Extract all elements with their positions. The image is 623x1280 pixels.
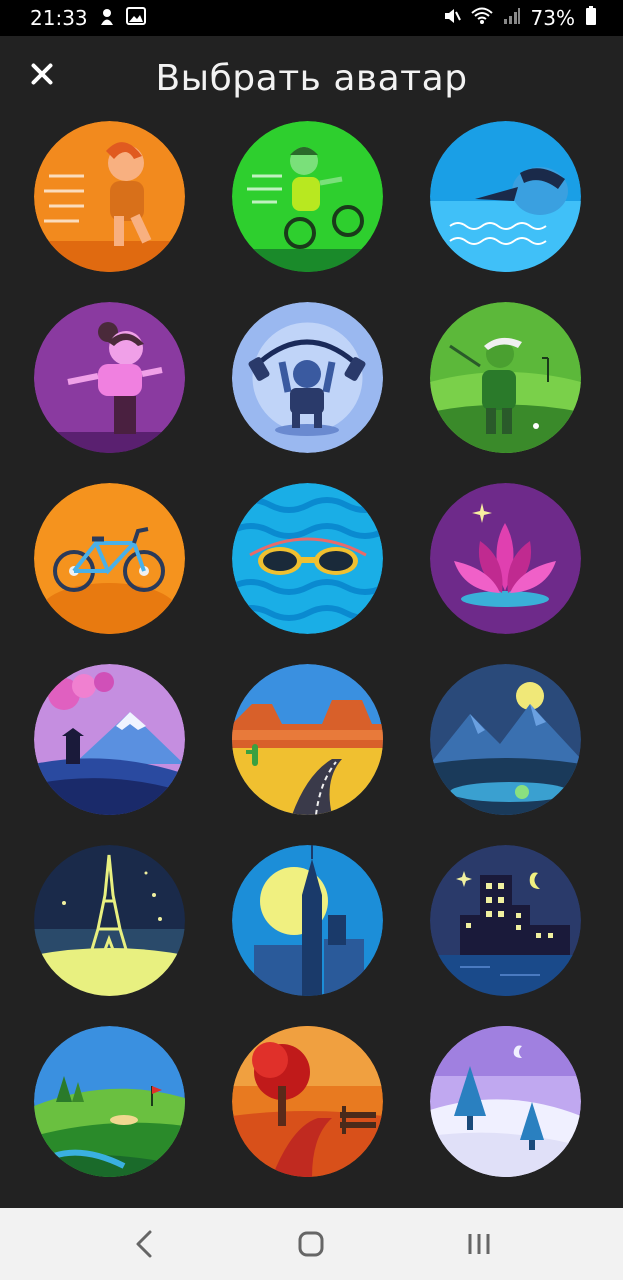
avatar-grid (34, 121, 582, 1177)
avatar-golf-course[interactable] (34, 1026, 185, 1177)
cyclist-icon (232, 121, 383, 272)
autumn-park-icon (232, 1026, 383, 1177)
night-mountains-icon (430, 664, 581, 815)
weightlifter-icon (232, 302, 383, 453)
avatar-golfer[interactable] (430, 302, 581, 453)
lotus-icon (430, 483, 581, 634)
avatar-skyscraper[interactable] (232, 845, 383, 996)
avatar-night-mountains[interactable] (430, 664, 581, 815)
gallery-icon (125, 6, 146, 30)
avatar-weightlifter[interactable] (232, 302, 383, 453)
mount-fuji-icon (34, 664, 185, 815)
avatar-cyclist[interactable] (232, 121, 383, 272)
eiffel-tower-icon (34, 845, 185, 996)
avatar-runner[interactable] (34, 121, 185, 272)
avatar-autumn-park[interactable] (232, 1026, 383, 1177)
status-right: 73% (443, 5, 597, 31)
avatar-mount-fuji[interactable] (34, 664, 185, 815)
skyscraper-icon (232, 845, 383, 996)
swimmer-icon (430, 121, 581, 272)
avatar-lotus[interactable] (430, 483, 581, 634)
back-icon[interactable] (114, 1219, 174, 1269)
avatar-desert-road[interactable] (232, 664, 383, 815)
wifi-icon (470, 6, 493, 30)
night-city-icon (430, 845, 581, 996)
golfer-icon (430, 302, 581, 453)
battery-percent: 73% (530, 6, 575, 30)
status-time: 21:33 (30, 6, 88, 30)
header: Выбрать аватар (0, 36, 623, 124)
winter-forest-icon (430, 1026, 581, 1177)
avatar-bicycle[interactable] (34, 483, 185, 634)
recents-icon[interactable] (449, 1219, 509, 1269)
page-title: Выбрать аватар (155, 58, 468, 99)
yoga-icon (34, 302, 185, 453)
avatar-goggles[interactable] (232, 483, 383, 634)
navigation-bar (0, 1208, 623, 1280)
signal-icon (503, 6, 521, 30)
bicycle-icon (34, 483, 185, 634)
mute-icon (443, 6, 461, 30)
avatar-winter-forest[interactable] (430, 1026, 581, 1177)
goggles-icon (232, 483, 383, 634)
golf-course-icon (34, 1026, 185, 1177)
status-bar: 21:33 73% (0, 0, 623, 36)
battery-icon (585, 5, 597, 31)
avatar-swimmer[interactable] (430, 121, 581, 272)
desert-road-icon (232, 664, 383, 815)
avatar-night-city[interactable] (430, 845, 581, 996)
runner-icon (34, 121, 185, 272)
avatar-eiffel-tower[interactable] (34, 845, 185, 996)
home-icon[interactable] (281, 1219, 341, 1269)
avatar-yoga[interactable] (34, 302, 185, 453)
notification-icon (98, 6, 116, 31)
status-left: 21:33 (30, 6, 146, 31)
